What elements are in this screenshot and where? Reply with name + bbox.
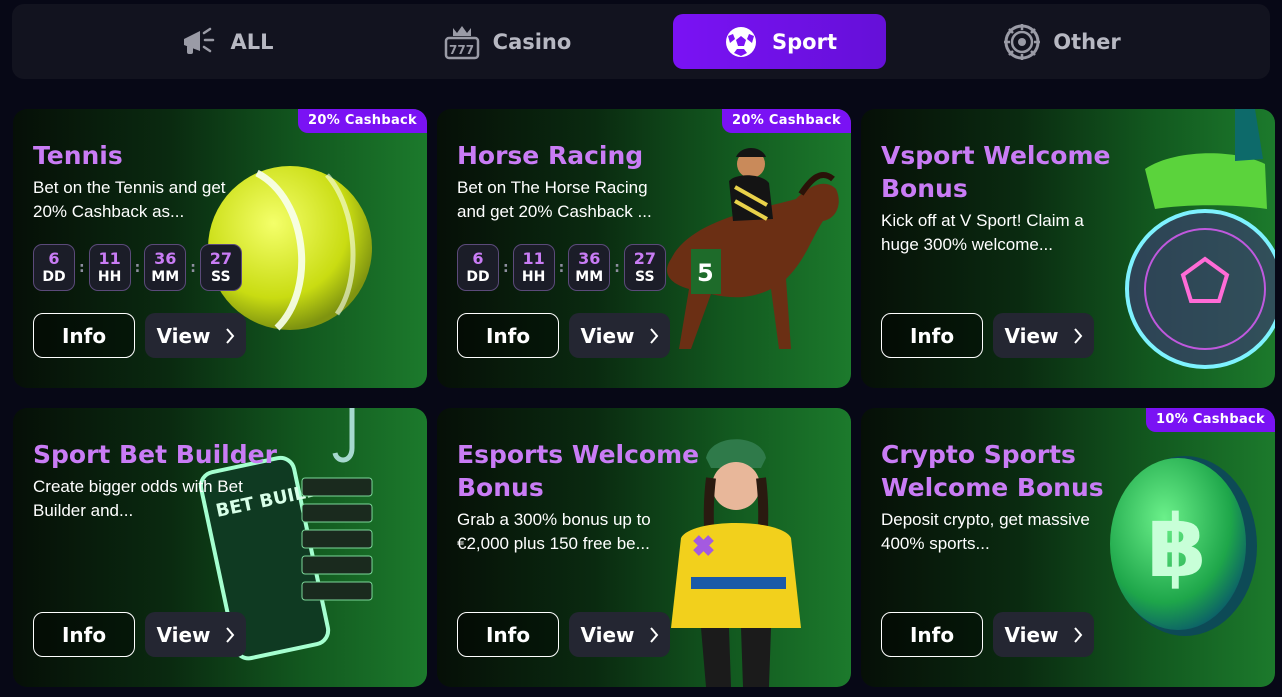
countdown-timer: 6 DD : 11 HH : 36 MM : 27 SS xyxy=(33,244,242,291)
svg-text:5: 5 xyxy=(697,259,714,287)
chevron-right-icon xyxy=(1073,327,1082,344)
chevron-right-icon xyxy=(649,327,658,344)
card-title: Sport Bet Builder xyxy=(33,440,277,469)
view-button-label: View xyxy=(1004,323,1059,348)
cashback-badge: 10% Cashback xyxy=(1146,408,1275,432)
soccer-ball-icon xyxy=(726,26,756,57)
card-description: Kick off at V Sport! Claim a huge 300% w… xyxy=(881,211,1084,254)
card-description: Bet on the Tennis and get 20% Cashback a… xyxy=(33,178,226,221)
info-button[interactable]: Info xyxy=(457,313,559,358)
view-button[interactable]: View xyxy=(569,612,670,657)
chevron-right-icon xyxy=(1073,626,1082,643)
card-description: Create bigger odds with Bet Builder and.… xyxy=(33,477,243,520)
view-button-label: View xyxy=(580,323,635,348)
promo-card-crypto-sports-welcome[interactable]: ฿ 10% Cashback Crypto Sports Welcome Bon… xyxy=(861,408,1275,687)
tab-casino-label: Casino xyxy=(492,29,572,54)
view-button-label: View xyxy=(1004,622,1059,647)
promo-card-vsport-welcome[interactable]: Vsport Welcome Bonus Kick off at V Sport… xyxy=(861,109,1275,388)
card-title: Horse Racing xyxy=(457,141,644,170)
view-button[interactable]: View xyxy=(993,612,1094,657)
promo-card-horse-racing[interactable]: 5 20% Cashback Horse Racing Bet on The H… xyxy=(437,109,851,388)
tab-other[interactable]: Other xyxy=(997,14,1127,69)
timer-hours: 11 HH xyxy=(88,244,131,291)
cashback-badge: 20% Cashback xyxy=(298,109,427,133)
svg-text:฿: ฿ xyxy=(1147,497,1207,597)
info-button[interactable]: Info xyxy=(33,612,135,657)
tab-other-label: Other xyxy=(1053,29,1121,54)
roulette-wheel-icon xyxy=(1004,23,1041,60)
view-button-label: View xyxy=(156,323,211,348)
info-button[interactable]: Info xyxy=(33,313,135,358)
card-title: Crypto Sports Welcome Bonus xyxy=(881,440,1104,502)
card-title: Esports Welcome Bonus xyxy=(457,440,700,502)
card-title: Tennis xyxy=(33,141,123,170)
view-button[interactable]: View xyxy=(993,313,1094,358)
tab-all[interactable]: ALL xyxy=(172,14,282,69)
info-button[interactable]: Info xyxy=(881,313,983,358)
view-button[interactable]: View xyxy=(145,612,246,657)
view-button[interactable]: View xyxy=(145,313,246,358)
card-description: Deposit crypto, get massive 400% sports.… xyxy=(881,510,1090,553)
timer-hours: 11 HH xyxy=(512,244,555,291)
timer-seconds: 27 SS xyxy=(199,244,242,291)
promo-card-esports-welcome[interactable]: Esports Welcome Bonus Grab a 300% bonus … xyxy=(437,408,851,687)
card-description: Grab a 300% bonus up to €2,000 plus 150 … xyxy=(457,510,651,553)
timer-days: 6 DD xyxy=(457,244,499,291)
card-title: Vsport Welcome Bonus xyxy=(881,141,1111,203)
tab-all-label: ALL xyxy=(230,29,274,54)
timer-days: 6 DD xyxy=(33,244,75,291)
view-button-label: View xyxy=(580,622,635,647)
info-button[interactable]: Info xyxy=(881,612,983,657)
cashback-badge: 20% Cashback xyxy=(722,109,851,133)
tab-casino[interactable]: 777 Casino xyxy=(437,14,577,69)
megaphone-icon xyxy=(184,27,215,54)
svg-text:777: 777 xyxy=(449,43,474,57)
timer-minutes: 36 MM xyxy=(568,244,611,291)
info-button[interactable]: Info xyxy=(457,612,559,657)
tab-sport[interactable]: Sport xyxy=(673,14,886,69)
chevron-right-icon xyxy=(649,626,658,643)
chevron-right-icon xyxy=(225,626,234,643)
card-description: Bet on The Horse Racing and get 20% Cash… xyxy=(457,178,652,221)
chevron-right-icon xyxy=(225,327,234,344)
view-button-label: View xyxy=(156,622,211,647)
timer-seconds: 27 SS xyxy=(623,244,666,291)
countdown-timer: 6 DD : 11 HH : 36 MM : 27 SS xyxy=(457,244,666,291)
timer-minutes: 36 MM xyxy=(144,244,187,291)
category-tabs: ALL 777 Casino Sport Other xyxy=(12,4,1270,79)
slot-machine-icon: 777 xyxy=(444,25,479,59)
view-button[interactable]: View xyxy=(569,313,670,358)
tab-sport-label: Sport xyxy=(772,29,837,54)
promo-card-tennis[interactable]: 20% Cashback Tennis Bet on the Tennis an… xyxy=(13,109,427,388)
promo-card-bet-builder[interactable]: BET BUILDER Sport Bet Builder Create big… xyxy=(13,408,427,687)
